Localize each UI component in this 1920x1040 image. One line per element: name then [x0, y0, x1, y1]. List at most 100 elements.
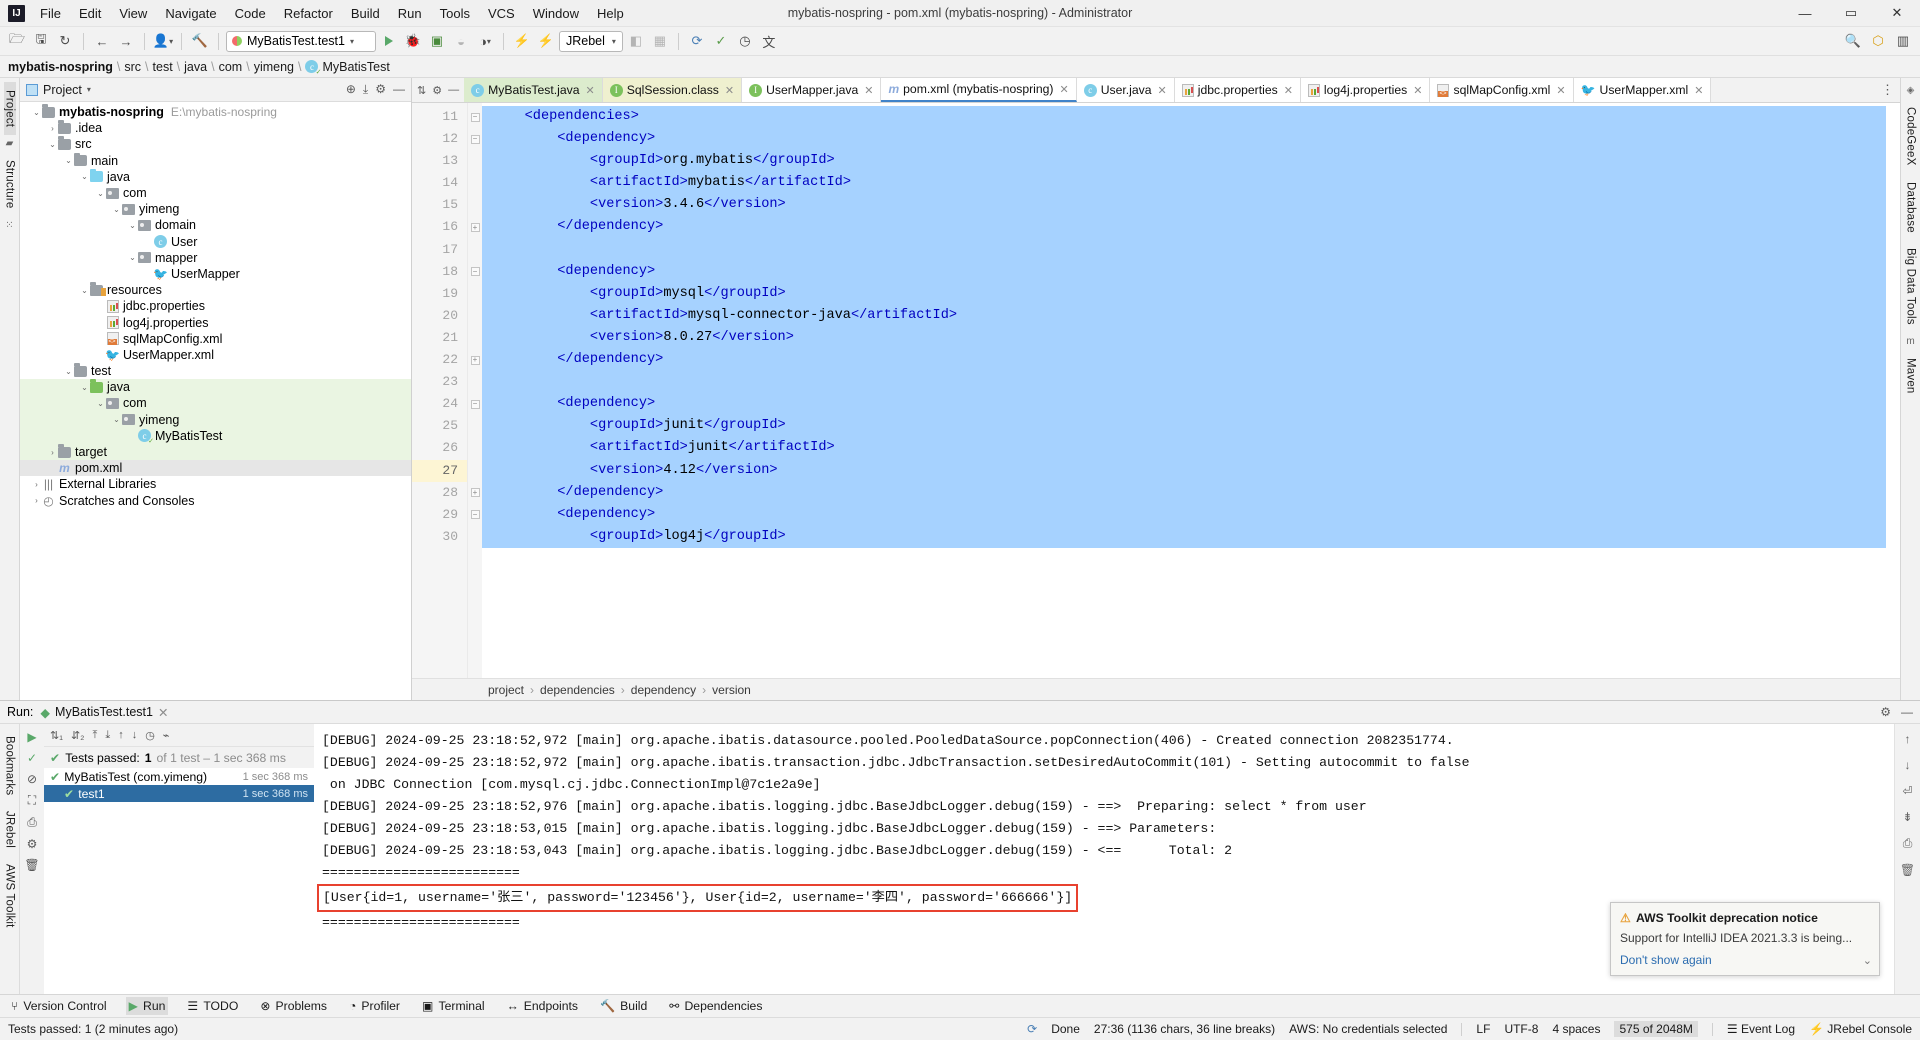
- rail-jrebel-button[interactable]: JRebel: [4, 803, 16, 856]
- breadcrumb-mybatistest[interactable]: MyBatisTest: [322, 60, 389, 74]
- code-line[interactable]: <version>4.12</version>: [482, 459, 1886, 482]
- rail-awstoolkit-button[interactable]: AWS Toolkit: [4, 856, 16, 936]
- tree-node-usermapper[interactable]: 🐦 UserMapper: [20, 266, 411, 282]
- tree-node--idea[interactable]: › .idea: [20, 120, 411, 136]
- search-icon[interactable]: 🔍: [1842, 30, 1864, 52]
- breadcrumb-src[interactable]: src: [124, 60, 141, 74]
- notification-popup[interactable]: ⚠ AWS Toolkit deprecation notice Support…: [1610, 901, 1880, 976]
- menu-view[interactable]: View: [110, 2, 156, 25]
- show-passed-icon[interactable]: ◷: [145, 729, 155, 742]
- fold-marker[interactable]: −: [468, 504, 482, 526]
- tree-node-mybatistest[interactable]: cMyBatisTest: [20, 427, 411, 445]
- tree-node-test[interactable]: ⌄ test: [20, 363, 411, 379]
- close-icon[interactable]: ✕: [725, 84, 734, 97]
- fold-marker[interactable]: +: [468, 482, 482, 504]
- code-folding-column[interactable]: − − + − + − + −: [468, 103, 482, 678]
- tree-node-com[interactable]: ⌄ com: [20, 185, 411, 201]
- tree-expand-arrow[interactable]: ⌄: [112, 415, 121, 424]
- close-icon[interactable]: ✕: [158, 705, 168, 720]
- grid-rail-icon[interactable]: ⁙: [5, 220, 13, 231]
- code-content[interactable]: <dependencies> <dependency> <groupId>org…: [482, 103, 1886, 678]
- tree-node-usermapper-xml[interactable]: 🐦 UserMapper.xml: [20, 347, 411, 363]
- code-line[interactable]: <groupId>log4j</groupId>: [482, 525, 1886, 548]
- rail-bigdata-button[interactable]: Big Data Tools: [1905, 240, 1917, 333]
- forward-icon[interactable]: →: [115, 30, 137, 52]
- tree-expand-arrow[interactable]: ›: [48, 448, 57, 457]
- memory-indicator[interactable]: 575 of 2048M: [1614, 1021, 1698, 1037]
- jrebel-selector[interactable]: JRebel ▾: [559, 30, 623, 52]
- jrebel-run-icon[interactable]: ⚡: [511, 30, 533, 52]
- close-icon[interactable]: ✕: [1060, 83, 1069, 96]
- profile-button[interactable]: ◒: [450, 30, 472, 52]
- tree-expand-arrow[interactable]: ›: [32, 480, 41, 489]
- sort-alpha-icon[interactable]: ⇅₁: [50, 729, 63, 742]
- tab-overflow-button[interactable]: ⋮: [1875, 78, 1900, 102]
- tree-node-sqlmapconfig-xml[interactable]: sqlMapConfig.xml: [20, 331, 411, 347]
- scroll-to-end-icon[interactable]: ⇟: [1902, 810, 1912, 824]
- clear-all-icon[interactable]: 🗑: [1900, 863, 1915, 877]
- code-line[interactable]: </dependency>: [482, 216, 1886, 239]
- scroll-down-icon[interactable]: ↓: [1905, 758, 1911, 772]
- editor-tab-usermapper-xml[interactable]: 🐦 UserMapper.xml ✕: [1573, 78, 1712, 102]
- rail-database-button[interactable]: Database: [1905, 174, 1917, 241]
- caret-position[interactable]: 27:36 (1136 chars, 36 line breaks): [1094, 1022, 1275, 1036]
- tool-window-build[interactable]: 🔨 Build: [597, 997, 650, 1015]
- tree-node-pom-xml[interactable]: m pom.xml: [20, 460, 411, 477]
- bookmark-rail-icon[interactable]: ▰: [6, 138, 14, 149]
- fold-marker[interactable]: −: [468, 106, 482, 128]
- rerun-tests-icon[interactable]: ✓: [27, 751, 37, 765]
- commit-icon[interactable]: ✓: [710, 30, 732, 52]
- run-tab[interactable]: ◆ MyBatisTest.test1 ✕: [40, 705, 168, 720]
- editor-breadcrumb-item[interactable]: dependency: [631, 683, 696, 697]
- update-project-icon[interactable]: ⟳: [686, 30, 708, 52]
- sort-duration-icon[interactable]: ⇵₂: [71, 729, 85, 742]
- tree-expand-arrow[interactable]: ⌄: [64, 156, 73, 165]
- close-icon[interactable]: ✕: [1413, 84, 1422, 97]
- hide-panel-icon[interactable]: —: [1901, 705, 1913, 719]
- menu-help[interactable]: Help: [588, 2, 633, 25]
- editor-tab-jdbc-properties[interactable]: jdbc.properties ✕: [1174, 78, 1301, 102]
- next-test-icon[interactable]: ↓: [132, 729, 138, 741]
- project-tree[interactable]: ⌄ mybatis-nospring E:\mybatis-nospring › .id…: [20, 102, 411, 700]
- code-line[interactable]: <artifactId>junit</artifactId>: [482, 437, 1886, 460]
- file-encoding[interactable]: UTF-8: [1504, 1022, 1538, 1036]
- menu-refactor[interactable]: Refactor: [275, 2, 342, 25]
- close-icon[interactable]: ✕: [1556, 84, 1565, 97]
- build-hammer-icon[interactable]: 🔨: [189, 30, 211, 52]
- test-tree-row[interactable]: ✔ test1 1 sec 368 ms: [44, 785, 314, 802]
- camera-icon[interactable]: ⛶: [28, 793, 36, 808]
- rail-maven-button[interactable]: Maven: [1905, 350, 1917, 402]
- tree-node-mybatis-nospring[interactable]: ⌄ mybatis-nospring E:\mybatis-nospring: [20, 104, 411, 120]
- export-icon[interactable]: ⎙: [27, 815, 37, 830]
- tree-expand-arrow[interactable]: ›: [32, 496, 41, 505]
- event-log-button[interactable]: ☰ Event Log: [1727, 1022, 1795, 1036]
- rail-bookmarks-button[interactable]: Bookmarks: [4, 728, 16, 803]
- tree-node-src[interactable]: ⌄ src: [20, 136, 411, 152]
- layout-icon[interactable]: ▥: [1892, 30, 1914, 52]
- tree-expand-arrow[interactable]: ›: [48, 124, 57, 133]
- tree-expand-arrow[interactable]: ⌄: [112, 205, 121, 214]
- sort-tabs-icon[interactable]: ⇅: [417, 84, 426, 97]
- hide-panel-icon[interactable]: —: [393, 82, 405, 97]
- chevron-down-icon[interactable]: ▾: [87, 85, 91, 94]
- tree-expand-arrow[interactable]: ⌄: [48, 140, 57, 149]
- rerun-icon[interactable]: ▶: [27, 730, 36, 744]
- test-tree[interactable]: ✔ MyBatisTest (com.yimeng) 1 sec 368 ms ✔ te…: [44, 768, 314, 994]
- tool-window-run[interactable]: ▶ Run: [125, 997, 169, 1015]
- statistics-icon[interactable]: ⌁: [163, 729, 170, 742]
- close-icon[interactable]: ✕: [586, 84, 595, 97]
- user-icon[interactable]: 👤 ▾: [152, 30, 174, 52]
- code-line[interactable]: <dependency>: [482, 393, 1886, 416]
- tree-expand-arrow[interactable]: ⌄: [32, 108, 41, 117]
- aws-credentials[interactable]: AWS: No credentials selected: [1289, 1022, 1447, 1036]
- code-line[interactable]: </dependency>: [482, 481, 1886, 504]
- fold-marker[interactable]: −: [468, 393, 482, 415]
- tree-expand-arrow[interactable]: ⌄: [80, 286, 89, 295]
- breadcrumb-com[interactable]: com: [219, 60, 243, 74]
- code-line[interactable]: <groupId>org.mybatis</groupId>: [482, 150, 1886, 173]
- menu-vcs[interactable]: VCS: [479, 2, 524, 25]
- stop-button[interactable]: ◑ ▾: [474, 30, 496, 52]
- tree-expand-arrow[interactable]: ⌄: [128, 221, 137, 230]
- settings-gear-icon[interactable]: ⚙: [432, 84, 442, 97]
- dont-show-again-link[interactable]: Don't show again: [1620, 953, 1870, 967]
